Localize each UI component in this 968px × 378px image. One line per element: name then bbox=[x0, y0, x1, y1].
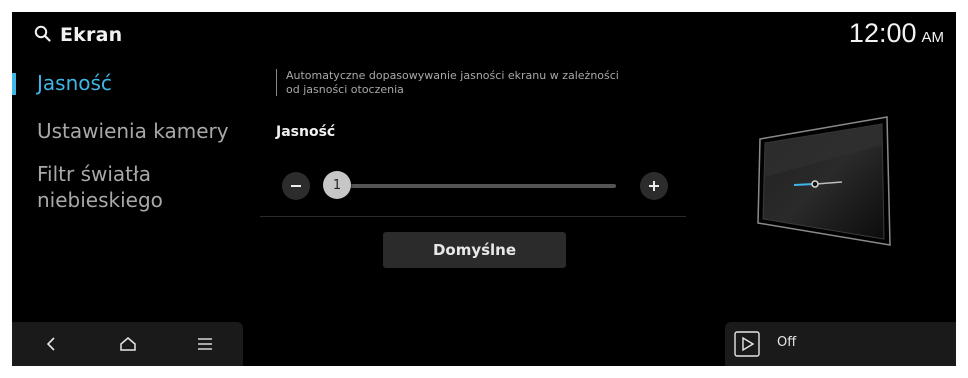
menu-icon bbox=[197, 338, 212, 350]
clock-time: 12:00 bbox=[848, 18, 917, 48]
active-item-marker bbox=[12, 73, 16, 95]
status-label: Off bbox=[777, 335, 797, 350]
description-line2: od jasności otoczenia bbox=[286, 82, 404, 96]
brightness-slider-thumb[interactable]: 1 bbox=[323, 171, 351, 199]
home-icon bbox=[119, 337, 136, 351]
menu-button[interactable] bbox=[175, 322, 235, 366]
clock-ampm: AM bbox=[921, 29, 945, 46]
brightness-description: Automatyczne dopasowywanie jasności ekra… bbox=[276, 69, 686, 96]
search-icon[interactable] bbox=[34, 25, 51, 46]
brightness-label: Jasność bbox=[276, 124, 336, 140]
media-status-bar[interactable]: Off bbox=[725, 322, 956, 366]
sidebar-item-label-line1: Filtr światła bbox=[37, 162, 151, 186]
clock: 12:00 AM bbox=[849, 18, 944, 49]
brightness-slider-track[interactable] bbox=[324, 184, 616, 188]
navigation-bar bbox=[12, 322, 243, 366]
minus-icon bbox=[291, 185, 301, 187]
screen-illustration bbox=[756, 115, 896, 255]
decrease-brightness-button[interactable] bbox=[282, 172, 310, 200]
sidebar-item-blue-light-filter[interactable]: Filtr światła niebieskiego bbox=[37, 161, 163, 213]
page-title: Ekran bbox=[60, 24, 123, 46]
sidebar-item-brightness[interactable]: Jasność bbox=[37, 70, 112, 96]
back-icon bbox=[46, 337, 55, 351]
default-button[interactable]: Domyślne bbox=[383, 232, 566, 268]
sidebar-item-label-line2: niebieskiego bbox=[37, 188, 163, 212]
back-button[interactable] bbox=[21, 322, 81, 366]
divider bbox=[260, 216, 686, 217]
increase-brightness-button[interactable] bbox=[640, 172, 668, 200]
screen: Ekran 12:00 AM Jasność Ustawienia kamery… bbox=[12, 12, 956, 366]
description-line1: Automatyczne dopasowywanie jasności ekra… bbox=[286, 69, 619, 82]
play-icon[interactable] bbox=[734, 331, 760, 361]
plus-icon bbox=[649, 181, 659, 191]
page-header: Ekran bbox=[34, 24, 122, 46]
sidebar-item-camera-settings[interactable]: Ustawienia kamery bbox=[37, 118, 229, 144]
home-button[interactable] bbox=[98, 322, 158, 366]
